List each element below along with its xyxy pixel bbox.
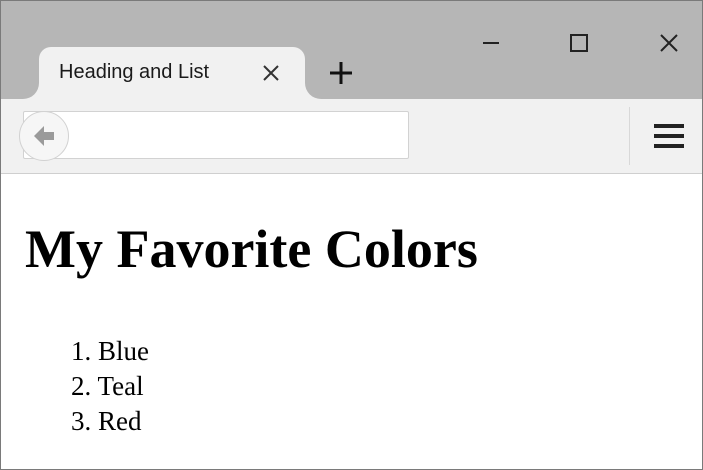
window-close-icon[interactable] — [649, 23, 689, 63]
list-item-text: Red — [98, 406, 142, 436]
list-item-text: Teal — [97, 371, 144, 401]
list-item: 2. Teal — [71, 369, 149, 404]
page-content: My Favorite Colors 1. Blue 2. Teal 3. Re… — [1, 174, 702, 469]
maximize-icon[interactable] — [559, 23, 599, 63]
close-icon[interactable] — [259, 61, 283, 85]
list-item-number: 1. — [71, 336, 92, 366]
tab-strip: Heading and List — [1, 1, 702, 99]
list-item-text: Blue — [98, 336, 149, 366]
tab-heading-and-list[interactable]: Heading and List — [39, 47, 305, 99]
plus-icon[interactable] — [327, 59, 355, 87]
minimize-icon[interactable] — [471, 23, 511, 63]
list-item-number: 2. — [71, 371, 92, 401]
list-item: 1. Blue — [71, 334, 149, 369]
tab-edge-left — [23, 83, 39, 99]
list-item: 3. Red — [71, 404, 149, 439]
arrow-left-icon[interactable] — [19, 111, 69, 161]
browser-window: Heading and List My Favorite Colors 1. B… — [0, 0, 703, 470]
ordered-list: 1. Blue 2. Teal 3. Red — [71, 334, 149, 439]
tab-edge-right — [305, 83, 321, 99]
tab-title: Heading and List — [59, 61, 210, 83]
page-heading: My Favorite Colors — [25, 219, 478, 279]
hamburger-menu-icon[interactable] — [651, 121, 687, 151]
list-item-number: 3. — [71, 406, 92, 436]
address-bar-input[interactable] — [23, 111, 409, 159]
navigation-toolbar — [1, 99, 702, 174]
toolbar-divider — [629, 107, 630, 165]
